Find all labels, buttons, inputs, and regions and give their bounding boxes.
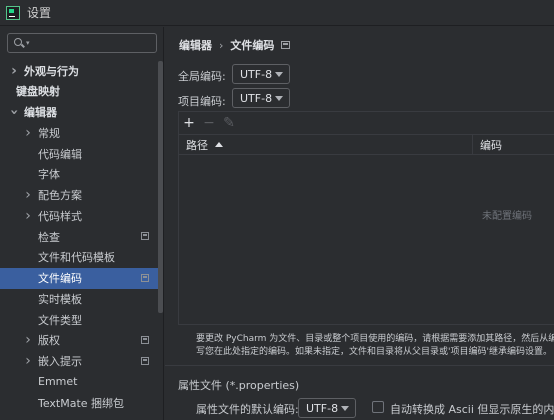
sidebar-item[interactable]: ›Emmet bbox=[0, 371, 163, 392]
sidebar-item-label: TextMate 捆绑包 bbox=[38, 396, 125, 410]
sidebar-item-label: 文件和代码模板 bbox=[38, 251, 115, 265]
settings-content: 编辑器 › 文件编码 全局编码: UTF-8 项目编码: UTF-8 + − ✎… bbox=[165, 27, 554, 420]
sidebar-item-label: 嵌入提示 bbox=[38, 355, 82, 368]
sidebar-item-label: 文件编码 bbox=[38, 272, 82, 285]
remove-icon[interactable]: − bbox=[199, 115, 219, 131]
project-encoding-select[interactable]: UTF-8 bbox=[232, 88, 290, 108]
sidebar-item[interactable]: › 嵌入提示 bbox=[0, 351, 163, 372]
sidebar-item-label: 版权 bbox=[38, 334, 60, 348]
sidebar-item[interactable]: ›TextMate 捆绑包 bbox=[0, 392, 163, 413]
sidebar-item-label: 编辑器 bbox=[24, 106, 57, 119]
chevron-right-icon[interactable]: › bbox=[6, 107, 22, 117]
project-scope-icon bbox=[141, 356, 149, 365]
column-header-path[interactable]: 路径 bbox=[179, 135, 473, 154]
properties-encoding-label: 属性文件的默认编码: bbox=[196, 403, 299, 416]
help-line: 要更改 PyCharm 为文件、目录或整个项目使用的编码，请根据需要添加其路径，… bbox=[196, 334, 554, 344]
sidebar-item-label: 检查 bbox=[38, 230, 60, 244]
table-toolbar: + − ✎ bbox=[179, 112, 554, 134]
project-scope-icon bbox=[141, 232, 149, 240]
chevron-right-icon[interactable]: › bbox=[23, 354, 33, 368]
sidebar-item[interactable]: › 编辑器 bbox=[0, 102, 163, 123]
column-header-encoding[interactable]: 编码 bbox=[473, 137, 502, 153]
project-encoding-label: 项目编码: bbox=[178, 95, 226, 108]
sidebar-item[interactable]: ›键盘映射 bbox=[0, 81, 163, 102]
sidebar-item-label: 常规 bbox=[38, 126, 60, 140]
sidebar-item[interactable]: ›文件类型 bbox=[0, 309, 163, 330]
project-encoding-value: UTF-8 bbox=[240, 91, 273, 105]
sidebar-item[interactable]: ›检查 bbox=[0, 226, 163, 247]
chevron-right-icon[interactable]: › bbox=[23, 188, 33, 202]
native-to-ascii-checkbox[interactable] bbox=[372, 401, 384, 413]
chevron-right-icon[interactable]: › bbox=[23, 209, 33, 223]
sidebar-item[interactable]: › 配色方案 bbox=[0, 185, 163, 206]
project-scope-icon bbox=[141, 335, 149, 344]
sidebar-item-label: 代码样式 bbox=[38, 209, 82, 223]
column-header-path-label: 路径 bbox=[186, 138, 208, 152]
sidebar-item-label: 文件类型 bbox=[38, 313, 82, 327]
sidebar-scrollbar[interactable] bbox=[158, 61, 163, 313]
properties-encoding-value: UTF-8 bbox=[306, 401, 339, 415]
encoding-help-text: 要更改 PyCharm 为文件、目录或整个项目使用的编码，请根据需要添加其路径，… bbox=[196, 333, 554, 359]
settings-sidebar: ▾ ›外观与行为›键盘映射›编辑器›常规›代码编辑›字体›配色方案›代码样式›检… bbox=[0, 27, 164, 420]
empty-table-message: 未配置编码 bbox=[482, 211, 532, 222]
sidebar-item[interactable]: ›字体 bbox=[0, 164, 163, 185]
sidebar-item[interactable]: › 代码样式 bbox=[0, 205, 163, 226]
edit-icon[interactable]: ✎ bbox=[219, 115, 239, 131]
pycharm-icon bbox=[6, 5, 20, 20]
sidebar-item-label: 代码编辑 bbox=[38, 147, 82, 161]
sidebar-item-label: 外观与行为 bbox=[24, 64, 79, 78]
sidebar-item[interactable]: ›代码编辑 bbox=[0, 143, 163, 164]
global-encoding-label: 全局编码: bbox=[178, 70, 226, 83]
sidebar-item-label: Emmet bbox=[38, 375, 78, 389]
window-title: 设置 bbox=[27, 6, 52, 20]
chevron-down-icon: ▾ bbox=[26, 39, 30, 47]
global-encoding-select[interactable]: UTF-8 bbox=[232, 64, 290, 84]
section-divider bbox=[165, 365, 554, 366]
sidebar-item[interactable]: ›实时模板 bbox=[0, 288, 163, 309]
global-encoding-value: UTF-8 bbox=[240, 67, 273, 81]
chevron-down-icon bbox=[341, 406, 349, 411]
chevron-right-icon[interactable]: › bbox=[23, 333, 33, 347]
sidebar-item[interactable]: ›文件和代码模板 bbox=[0, 247, 163, 268]
sidebar-item[interactable]: ›文件编码 bbox=[0, 267, 163, 289]
breadcrumb-separator: › bbox=[219, 38, 224, 52]
project-scope-icon bbox=[281, 41, 291, 49]
sidebar-item-label: 配色方案 bbox=[38, 189, 82, 202]
chevron-right-icon[interactable]: › bbox=[9, 64, 19, 78]
project-scope-icon bbox=[141, 273, 149, 282]
properties-encoding-select[interactable]: UTF-8 bbox=[298, 398, 356, 418]
properties-section-title: 属性文件 (*.properties) bbox=[178, 379, 300, 392]
search-icon bbox=[13, 37, 25, 49]
sidebar-item-label: 实时模板 bbox=[38, 292, 82, 306]
encoding-table: + − ✎ 路径 编码 未配置编码 bbox=[178, 111, 554, 325]
chevron-right-icon[interactable]: › bbox=[23, 126, 33, 140]
chevron-down-icon bbox=[275, 96, 283, 101]
sort-ascending-icon bbox=[215, 142, 223, 147]
sidebar-item[interactable]: › 常规 bbox=[0, 122, 163, 143]
sidebar-item-label: 字体 bbox=[38, 168, 60, 182]
table-header: 路径 编码 bbox=[179, 134, 554, 155]
sidebar-item-label: 键盘映射 bbox=[16, 85, 60, 99]
sidebar-item[interactable]: › 版权 bbox=[0, 330, 163, 351]
add-icon[interactable]: + bbox=[179, 115, 199, 131]
breadcrumb: 编辑器 › 文件编码 bbox=[179, 37, 291, 53]
breadcrumb-current: 文件编码 bbox=[230, 39, 275, 52]
chevron-down-icon bbox=[275, 72, 283, 77]
search-input[interactable]: ▾ bbox=[7, 33, 157, 53]
breadcrumb-parent[interactable]: 编辑器 bbox=[179, 37, 212, 53]
help-line: 写您在此处指定的编码。如果未指定，文件和目录将从父目录或'项目编码'继承编码设置… bbox=[196, 347, 552, 357]
title-bar: 设置 bbox=[0, 0, 554, 26]
sidebar-item[interactable]: › 外观与行为 bbox=[0, 60, 163, 81]
native-to-ascii-label[interactable]: 自动转换成 Ascii 但显示原生的内容 bbox=[390, 401, 554, 417]
